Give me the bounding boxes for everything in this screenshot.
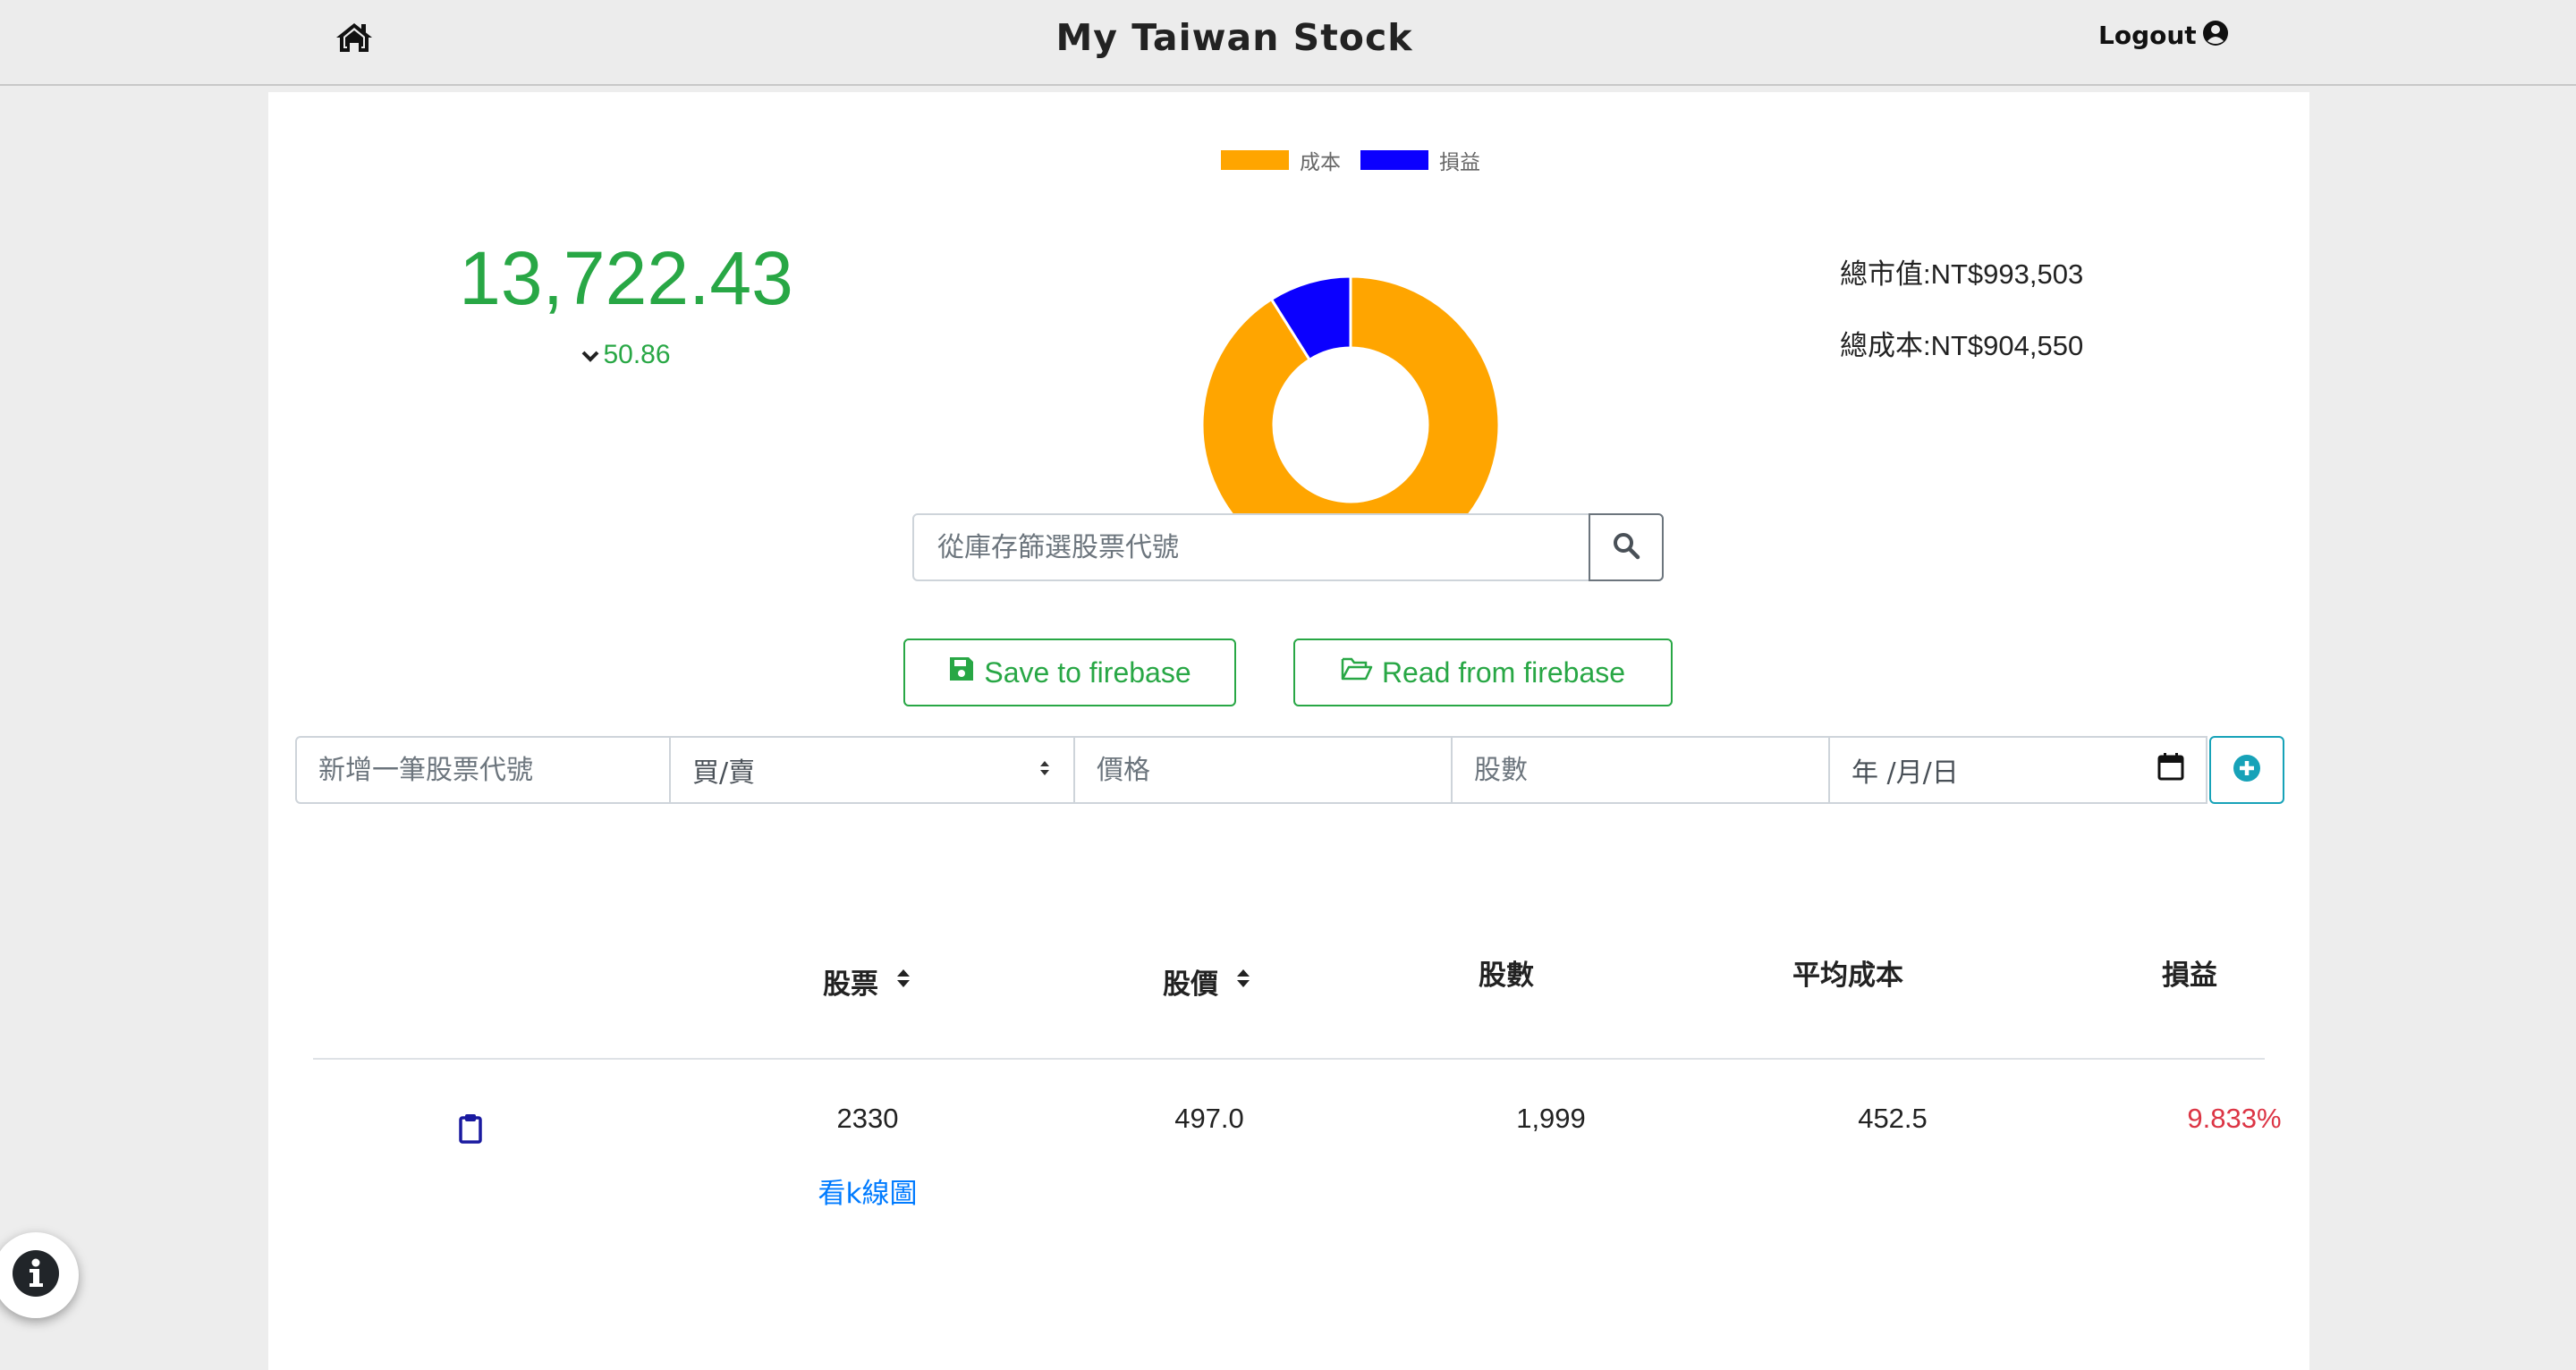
portfolio-summary: 總市值:NT$993,503 總成本:NT$904,550 [1840, 251, 2083, 394]
search-icon [1612, 531, 1640, 563]
cell-avg-cost: 452.5 [1858, 1103, 1928, 1134]
sort-icon[interactable] [1234, 966, 1252, 998]
index-change-value: 50.86 [603, 340, 671, 369]
header-stock-label: 股票 [823, 968, 878, 1001]
info-button[interactable] [0, 1232, 79, 1318]
info-icon [12, 1249, 60, 1301]
total-cost-text: 總成本:NT$904,550 [1840, 330, 2084, 361]
kline-chart-link[interactable]: 看k線圖 [733, 1171, 1002, 1211]
logout-button[interactable]: Logout [2098, 20, 2229, 50]
header-stock[interactable]: 股票 [733, 961, 1002, 1002]
date-field[interactable]: 年 /月/日 [1828, 736, 2207, 804]
index-change: 50.86 [447, 340, 805, 370]
buy-sell-select[interactable]: 買/賣 [669, 736, 1075, 804]
calendar-icon[interactable] [2157, 752, 2184, 788]
add-transaction-form: 買/賣 年 /月/日 [295, 736, 2309, 804]
read-from-firebase-button[interactable]: Read from firebase [1293, 638, 1673, 706]
save-to-firebase-label: Save to firebase [984, 655, 1191, 689]
cell-stock: 2330 [836, 1103, 899, 1134]
clipboard-icon[interactable] [459, 1113, 482, 1144]
stock-code-input[interactable] [318, 754, 648, 786]
user-circle-icon [2202, 20, 2229, 50]
chevron-down-icon [581, 340, 599, 370]
cell-pnl: 9.833% [2187, 1103, 2282, 1134]
buy-sell-value: 買/賣 [692, 757, 756, 789]
header-pnl: 損益 [2162, 960, 2217, 992]
price-input[interactable] [1097, 754, 1429, 786]
shares-field [1451, 736, 1830, 804]
holdings-table-header: 股票 股價 股數 平均成本 損益 [313, 933, 2265, 1004]
stock-code-field [295, 736, 671, 804]
date-placeholder: 年 /月/日 [1852, 757, 1959, 789]
save-icon [948, 655, 975, 689]
stock-filter [912, 513, 1664, 581]
table-divider [313, 1058, 2265, 1060]
index-value: 13,722.43 [459, 236, 793, 320]
header-price-label: 股價 [1163, 968, 1218, 1001]
plus-circle-icon [2232, 753, 2262, 787]
table-row: 2330 看k線圖 497.0 1,999 452.5 9.833% [313, 1094, 2282, 1219]
add-transaction-button[interactable] [2209, 736, 2284, 804]
shares-input[interactable] [1474, 754, 1807, 786]
read-from-firebase-label: Read from firebase [1381, 655, 1626, 689]
price-field [1073, 736, 1453, 804]
header-avg-cost: 平均成本 [1792, 960, 1903, 992]
header-shares: 股數 [1479, 960, 1534, 992]
market-value-text: 總市值:NT$993,503 [1840, 258, 2084, 290]
cell-shares: 1,999 [1516, 1103, 1586, 1134]
search-button[interactable] [1589, 513, 1664, 581]
navbar: My Taiwan Stock Logout [0, 0, 2576, 86]
cell-price: 497.0 [1174, 1103, 1244, 1134]
sort-icon[interactable] [894, 966, 912, 998]
stock-filter-input[interactable] [914, 515, 1589, 579]
save-to-firebase-button[interactable]: Save to firebase [903, 638, 1236, 706]
header-price[interactable]: 股價 [1073, 961, 1342, 1002]
main-content: 13,722.43 50.86 成本 損益 總市值:NT$993,503 總成本:… [268, 92, 2309, 1370]
logout-label: Logout [2098, 20, 2197, 50]
folder-open-icon [1341, 655, 1373, 689]
select-arrows-icon [1038, 755, 1052, 786]
